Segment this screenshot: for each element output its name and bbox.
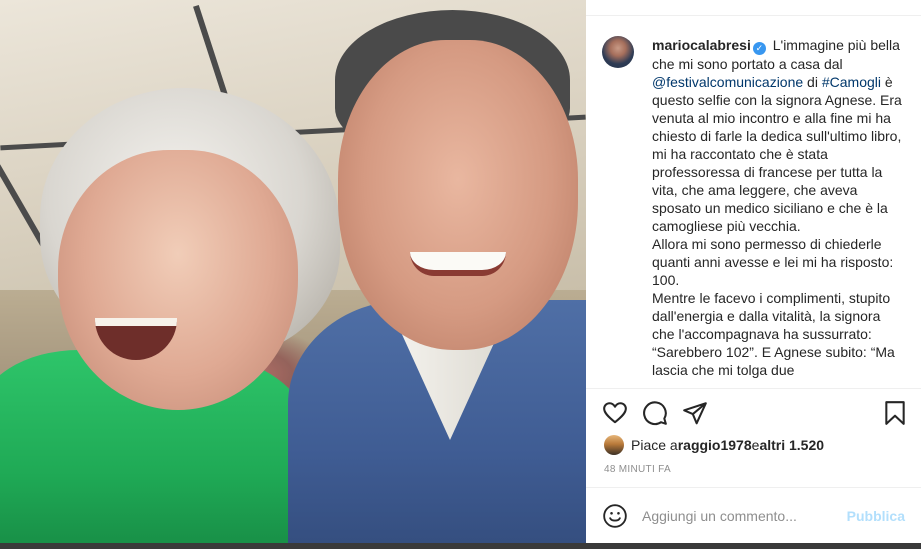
publish-button[interactable]: Pubblica (847, 508, 905, 524)
comment-icon[interactable] (642, 400, 668, 426)
man-smile (410, 252, 506, 276)
likes-count[interactable]: altri 1.520 (759, 437, 824, 453)
mention-link[interactable]: @festivalcomunicazione (652, 74, 803, 90)
liker-avatar[interactable] (604, 435, 624, 455)
panel-top-strip (586, 0, 921, 16)
post-actions-bar (586, 388, 921, 438)
post-caption: mariocalabresi ✓ L'immagine più bella che… (652, 36, 905, 387)
comment-input[interactable] (642, 507, 847, 524)
woman-face (58, 150, 298, 410)
share-icon[interactable] (682, 400, 708, 426)
heart-icon[interactable] (602, 400, 628, 426)
likes-conjunction: e (751, 437, 760, 453)
emoji-icon[interactable] (602, 503, 628, 529)
background-page-strip (0, 543, 921, 549)
bookmark-icon[interactable] (882, 400, 908, 426)
caption-area: mariocalabresi ✓ L'immagine più bella che… (586, 22, 921, 387)
hashtag-link[interactable]: #Camogli (822, 74, 881, 90)
liker-username[interactable]: raggio1978 (678, 437, 752, 453)
author-avatar[interactable] (602, 36, 634, 68)
post-photo[interactable] (0, 0, 586, 543)
caption-paragraph: Allora mi sono permesso di chiederle qua… (652, 236, 894, 288)
likes-summary[interactable]: Piace a raggio1978 e altri 1.520 (604, 434, 824, 456)
caption-text: è questo selfie con la signora Agnese. E… (652, 74, 902, 234)
post-timestamp[interactable]: 48 MINUTI FA (604, 464, 671, 475)
caption-paragraph: Mentre le facevo i complimenti, stupito … (652, 290, 895, 378)
author-username[interactable]: mariocalabresi (652, 37, 751, 53)
add-comment-bar: Pubblica (586, 487, 921, 543)
man-face (338, 40, 578, 350)
likes-prefix: Piace a (631, 437, 678, 453)
caption-text: di (803, 74, 822, 90)
post-side-panel: mariocalabresi ✓ L'immagine più bella che… (586, 0, 921, 543)
verified-badge-icon: ✓ (752, 42, 766, 55)
